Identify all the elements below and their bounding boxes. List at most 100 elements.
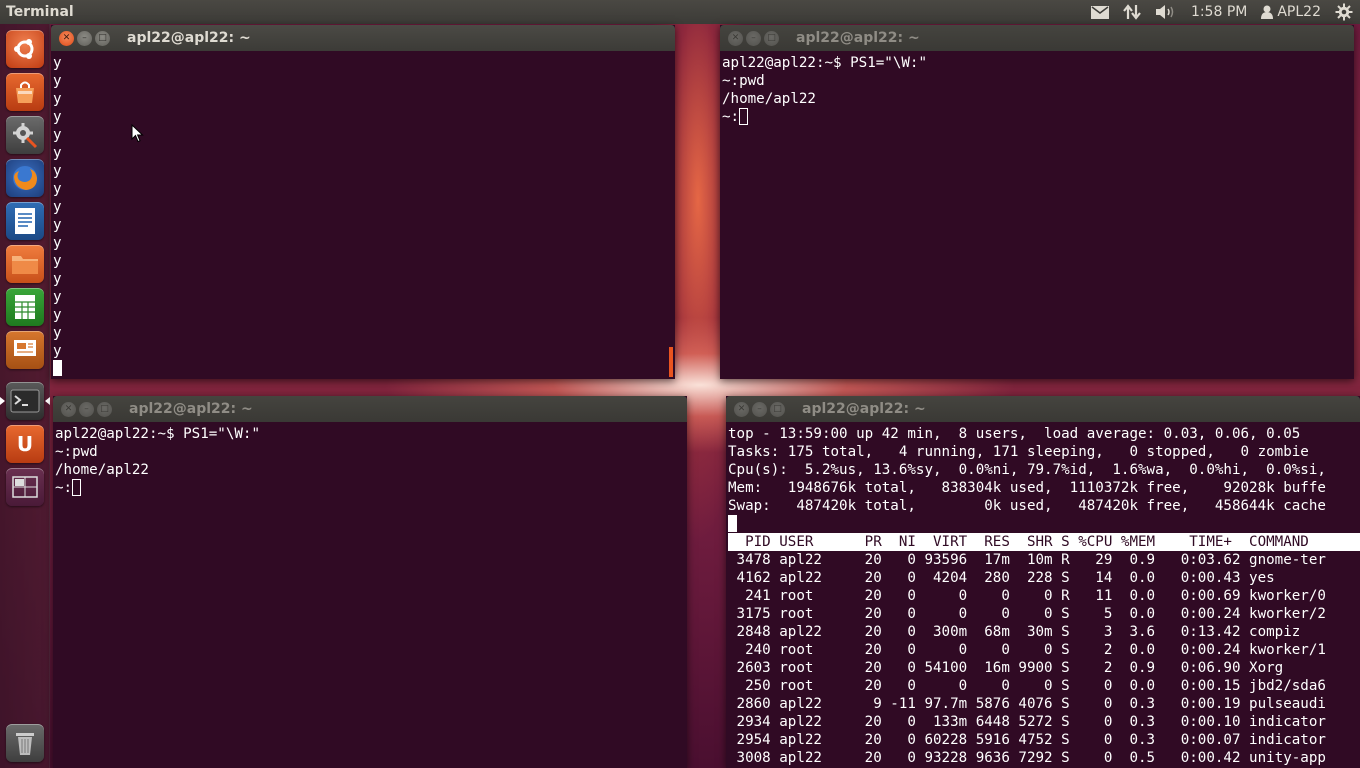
window-title: apl22@apl22: ~ [802,401,926,417]
prompt-text: ~: [55,480,73,496]
shopping-bag-icon [16,81,34,103]
mail-icon[interactable] [1084,0,1116,24]
process-row: 2954 apl22 20 0 60228 5916 4752 S 0 0.3 … [728,732,1326,748]
maximize-button[interactable]: □ [95,30,110,46]
text-cursor [728,515,737,532]
output-line: y [53,235,62,251]
close-icon: ✕ [737,403,746,414]
output-line: y [53,343,62,359]
minimize-button[interactable]: – [746,30,761,46]
process-row: 3008 apl22 20 0 93228 9636 7292 S 0 0.5 … [728,750,1326,766]
software-center-button[interactable] [6,73,44,111]
close-icon: ✕ [62,32,71,43]
output-line: apl22@apl22:~$ PS1="\W:" [55,426,260,442]
maximize-button[interactable]: □ [764,30,779,46]
output-line: y [53,307,62,323]
terminal-window-pwd-2[interactable]: ✕ – □ apl22@apl22: ~ apl22@apl22:~$ PS1=… [53,396,687,768]
terminal-window-pwd-1[interactable]: ✕ – □ apl22@apl22: ~ apl22@apl22:~$ PS1=… [720,25,1354,379]
minimize-button[interactable]: – [752,401,767,417]
writer-button[interactable] [6,202,44,240]
prompt-line[interactable]: ~: [55,479,687,497]
settings-gear-icon[interactable] [1328,0,1360,24]
output-line: y [53,91,62,107]
files-button[interactable] [6,245,44,283]
output-line: y [53,181,62,197]
output-line: y [53,199,62,215]
trash-button[interactable] [6,724,44,762]
output-line: y [53,271,62,287]
close-button[interactable]: ✕ [728,30,743,46]
output-line: y [53,55,62,71]
document-icon [15,208,35,234]
window-titlebar[interactable]: ✕ – □ apl22@apl22: ~ [720,25,1354,51]
process-row: 250 root 20 0 0 0 0 S 0 0.0 0:00.15 jbd2… [728,678,1326,694]
clock-label[interactable]: 1:58 PM [1184,0,1254,24]
output-line: ~:pwd [722,73,765,89]
top-output[interactable]: top - 13:59:00 up 42 min, 8 users, load … [726,422,1360,768]
terminal-button[interactable] [6,382,44,420]
window-titlebar[interactable]: ✕ – □ apl22@apl22: ~ [726,396,1360,422]
close-icon: ✕ [731,32,740,43]
terminal-window-top[interactable]: ✕ – □ apl22@apl22: ~ top - 13:59:00 up 4… [726,396,1360,768]
user-icon [1261,5,1274,19]
volume-icon[interactable] [1148,0,1184,24]
active-indicator-left [0,397,5,405]
process-table-header: PID USER PR NI VIRT RES SHR S %CPU %MEM … [728,533,1360,551]
process-row: 240 root 20 0 0 0 0 S 2 0.0 0:00.24 kwor… [728,642,1326,658]
maximize-button[interactable]: □ [97,401,112,417]
folder-icon [12,256,38,274]
dash-home-button[interactable] [6,30,44,68]
firefox-button[interactable] [6,159,44,197]
top-panel: Terminal 1:58 PM APL22 [0,0,1360,24]
terminal-output[interactable]: apl22@apl22:~$ PS1="\W:" ~:pwd/home/apl22… [53,422,687,768]
maximize-icon: □ [98,32,107,43]
output-line: y [53,217,62,233]
prompt-line[interactable]: ~: [722,108,1354,126]
maximize-icon: □ [773,403,782,414]
impress-button[interactable] [6,331,44,369]
close-button[interactable]: ✕ [734,401,749,417]
active-indicator-right [45,397,50,405]
close-button[interactable]: ✕ [59,30,74,46]
output-line: y [53,145,62,161]
terminal-icon [10,389,40,413]
output-line: ~:pwd [55,444,98,460]
spreadsheet-icon [15,295,35,319]
top-summary-line: Tasks: 175 total, 4 running, 171 sleepin… [728,444,1309,460]
system-settings-button[interactable] [6,116,44,154]
gear-wrench-icon [13,123,38,149]
minimize-icon: – [82,32,87,43]
window-title: apl22@apl22: ~ [129,401,253,417]
calc-button[interactable] [6,288,44,326]
process-row: 241 root 20 0 0 0 0 R 11 0.0 0:00.69 kwo… [728,588,1326,604]
network-transfer-icon[interactable] [1116,0,1148,24]
output-line: y [53,163,62,179]
minimize-button[interactable]: – [79,401,94,417]
window-titlebar[interactable]: ✕ – □ apl22@apl22: ~ [51,25,675,51]
top-input-line[interactable] [728,515,1360,533]
process-row: 2860 apl22 9 -11 97.7m 5876 4076 S 0 0.3… [728,696,1326,712]
output-line: /home/apl22 [55,462,149,478]
output-line: y [53,109,62,125]
terminal-window-yes[interactable]: ✕ – □ apl22@apl22: ~ yyyyyyyyyyyyyyyyy [51,25,675,379]
window-titlebar[interactable]: ✕ – □ apl22@apl22: ~ [53,396,687,422]
top-summary-line: Cpu(s): 5.2%us, 13.6%sy, 0.0%ni, 79.7%id… [728,462,1326,478]
user-menu[interactable]: APL22 [1254,0,1328,24]
mouse-pointer-icon [131,124,144,143]
firefox-icon [13,166,37,190]
process-row: 2848 apl22 20 0 300m 68m 30m S 3 3.6 0:1… [728,624,1301,640]
close-button[interactable]: ✕ [61,401,76,417]
presentation-icon [14,340,36,356]
maximize-button[interactable]: □ [770,401,785,417]
terminal-output[interactable]: apl22@apl22:~$ PS1="\W:" ~:pwd/home/apl22… [720,51,1354,379]
terminal-output[interactable]: yyyyyyyyyyyyyyyyy [51,51,675,379]
scrollbar-thumb[interactable] [669,347,673,377]
minimize-button[interactable]: – [77,30,92,46]
output-line: y [53,325,62,341]
process-row: 3478 apl22 20 0 93596 17m 10m R 29 0.9 0… [728,552,1326,568]
ubuntu-one-button[interactable]: U [6,425,44,463]
workspace-switcher-button[interactable] [6,468,44,506]
window-title: apl22@apl22: ~ [796,30,920,46]
ubuntu-logo-icon [14,39,34,59]
trash-icon [16,733,34,755]
